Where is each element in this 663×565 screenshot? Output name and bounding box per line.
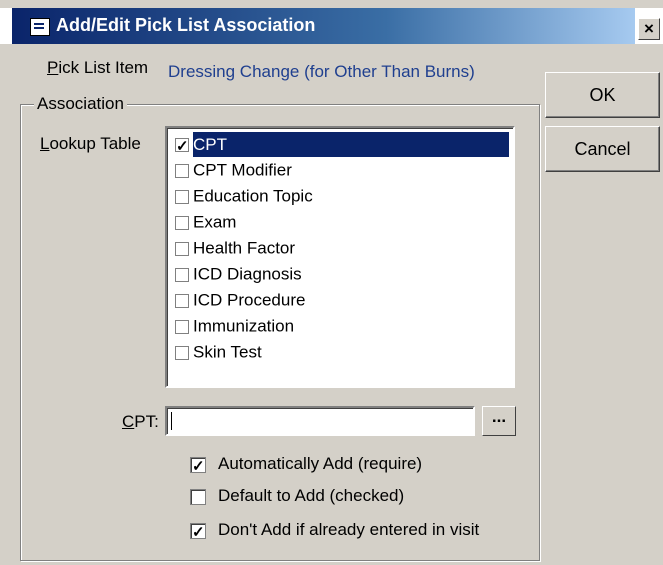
checkbox-icon[interactable] [175,345,189,360]
option-default-add[interactable]: Default to Add (checked) [190,484,404,508]
close-icon: × [644,19,654,38]
list-item[interactable]: Exam [171,210,511,234]
list-item[interactable]: Education Topic [171,184,511,208]
title-bar[interactable]: Add/Edit Pick List Association × [0,8,663,44]
cpt-field-label: CPT: [122,412,159,431]
list-item[interactable]: Health Factor [171,236,511,260]
option-label: Automatically Add (require) [218,454,423,473]
checkbox-icon[interactable] [175,319,189,334]
list-item[interactable]: Skin Test [171,340,511,364]
checkbox-icon[interactable] [190,488,206,505]
text-caret [171,412,172,430]
close-button[interactable]: × [638,18,660,40]
cpt-input[interactable] [165,406,475,436]
option-dont-add-if-entered[interactable]: Don't Add if already entered in visit [190,518,480,545]
checkbox-checked-icon[interactable] [175,135,189,159]
ellipsis-icon: ... [491,407,507,426]
option-auto-add[interactable]: Automatically Add (require) [190,452,423,479]
list-item[interactable]: Immunization [171,314,511,338]
list-item[interactable]: ICD Diagnosis [171,262,511,286]
checkbox-icon[interactable] [175,293,189,308]
pick-list-item-label: Pick List Item [47,58,149,77]
browse-button[interactable]: ... [482,406,516,436]
title-bar-fill: Add/Edit Pick List Association [12,8,635,44]
checkbox-icon[interactable] [175,163,189,178]
list-item[interactable]: CPT [171,132,511,159]
option-label: Default to Add (checked) [218,486,405,505]
lookup-table-label: Lookup Table [40,134,141,153]
checkbox-icon[interactable] [175,215,189,230]
checkbox-icon[interactable] [175,241,189,256]
option-label: Don't Add if already entered in visit [218,520,480,539]
cancel-button[interactable]: Cancel [545,126,660,172]
association-group-title: Association [34,94,127,114]
lookup-table-list[interactable]: CPT CPT Modifier Education Topic Exam He… [165,126,515,388]
pick-list-item-value: Dressing Change (for Other Than Burns) [168,62,475,81]
checkbox-icon[interactable] [175,267,189,282]
list-item[interactable]: ICD Procedure [171,288,511,312]
checkbox-checked-icon[interactable] [190,455,206,479]
list-item[interactable]: CPT Modifier [171,158,511,182]
checkbox-icon[interactable] [175,189,189,204]
checkbox-checked-icon[interactable] [190,521,206,545]
window-title: Add/Edit Pick List Association [56,15,316,35]
ok-button[interactable]: OK [545,72,660,118]
app-icon [30,18,50,36]
dialog-window: Add/Edit Pick List Association × Pick Li… [0,0,663,565]
